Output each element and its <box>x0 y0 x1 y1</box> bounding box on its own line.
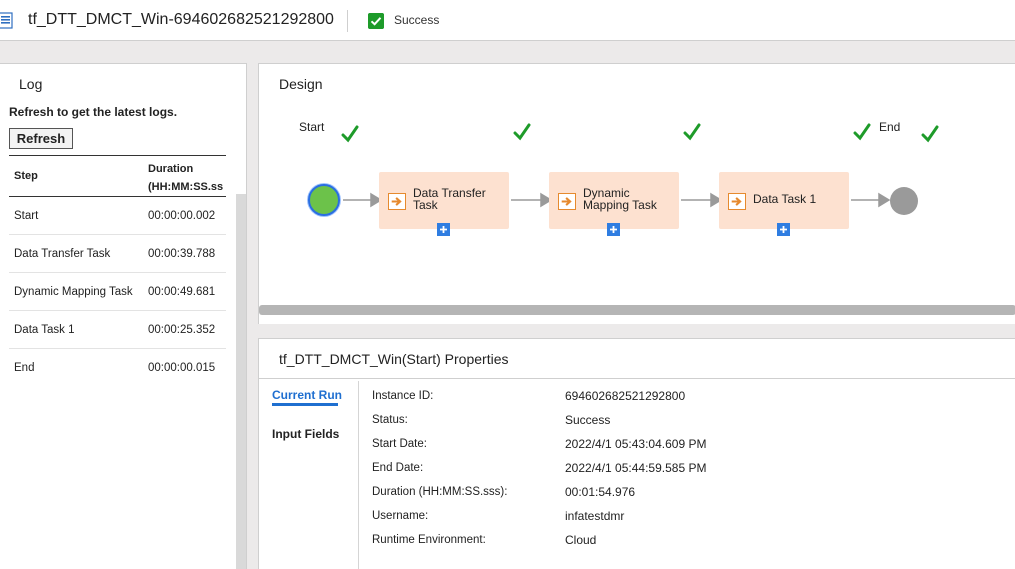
task-label: Data Task 1 <box>753 193 816 205</box>
table-row[interactable]: Start 00:00:00.002 <box>9 197 226 235</box>
design-title: Design <box>279 76 323 92</box>
duration-cell: 00:00:25.352 <box>148 324 216 336</box>
task-label-line2: Task <box>413 198 438 212</box>
start-label: Start <box>299 120 325 134</box>
success-check-icon <box>368 13 384 29</box>
column-header-step[interactable]: Step <box>14 170 38 182</box>
prop-value-start-date: 2022/4/1 05:43:04.609 PM <box>565 437 707 451</box>
check-icon <box>513 123 531 141</box>
table-row[interactable]: Data Transfer Task 00:00:39.788 <box>9 235 226 273</box>
task-arrow-icon <box>388 193 406 210</box>
step-cell: End <box>14 362 35 374</box>
step-cell: Start <box>14 210 39 222</box>
task-arrow-icon <box>558 193 576 210</box>
header-bar: tf_DTT_DMCT_Win-694602682521292800 Succe… <box>0 0 1015 41</box>
log-table: Step Duration (HH:MM:SS.ss Start 00:00:0… <box>9 155 226 387</box>
prop-value-duration: 00:01:54.976 <box>565 485 636 499</box>
log-panel: Log Refresh to get the latest logs. Refr… <box>0 63 247 569</box>
active-tab-indicator <box>272 403 338 406</box>
document-icon <box>0 12 13 29</box>
design-horizontal-scrollbar[interactable] <box>259 305 1015 315</box>
task-node-dynamic-mapping[interactable]: Dynamic Mapping Task <box>549 172 679 236</box>
prop-value-username: infatestdmr <box>565 509 625 523</box>
prop-label-runtime-environment: Runtime Environment: <box>372 534 486 546</box>
prop-value-status: Success <box>565 413 611 427</box>
check-icon <box>921 125 939 143</box>
step-cell: Data Transfer Task <box>14 248 111 260</box>
start-node[interactable] <box>308 184 340 216</box>
tab-current-run[interactable]: Current Run <box>272 388 342 402</box>
table-row[interactable]: Data Task 1 00:00:25.352 <box>9 311 226 349</box>
header-divider <box>347 10 348 32</box>
log-table-header: Step Duration (HH:MM:SS.ss <box>9 155 226 197</box>
table-row[interactable]: End 00:00:00.015 <box>9 349 226 387</box>
task-node-data-task-1[interactable]: Data Task 1 <box>719 172 849 236</box>
duration-cell: 00:00:49.681 <box>148 286 216 298</box>
expand-plus-icon[interactable] <box>437 223 450 236</box>
prop-label-instance-id: Instance ID: <box>372 390 434 402</box>
prop-value-end-date: 2022/4/1 05:44:59.585 PM <box>565 461 707 475</box>
duration-cell: 00:00:00.015 <box>148 362 216 374</box>
task-node-data-transfer[interactable]: Data Transfer Task <box>379 172 509 236</box>
design-canvas: Start Data Transfer Task Dynamic Mapping… <box>259 104 1015 304</box>
prop-label-username: Username: <box>372 510 429 522</box>
end-node[interactable] <box>890 187 918 215</box>
properties-title: tf_DTT_DMCT_Win(Start) Properties <box>279 351 509 367</box>
task-label: Dynamic Mapping Task <box>583 187 657 211</box>
log-scrollbar[interactable] <box>236 194 246 569</box>
task-arrow-icon <box>728 193 746 210</box>
design-panel: Design Start Data Transfer Task Dynamic … <box>258 63 1015 324</box>
properties-panel: tf_DTT_DMCT_Win(Start) Properties Curren… <box>258 338 1015 569</box>
step-cell: Dynamic Mapping Task <box>14 286 133 298</box>
page-title: tf_DTT_DMCT_Win-694602682521292800 <box>28 11 334 28</box>
task-label-line1: Data Task 1 <box>753 192 817 206</box>
check-icon <box>853 123 871 141</box>
step-cell: Data Task 1 <box>14 324 75 336</box>
status-text: Success <box>394 13 440 27</box>
arrow-icon <box>878 192 891 208</box>
check-icon <box>341 125 359 143</box>
end-label: End <box>879 120 901 134</box>
duration-cell: 00:00:39.788 <box>148 248 216 260</box>
tab-divider <box>358 381 359 569</box>
expand-plus-icon[interactable] <box>607 223 620 236</box>
refresh-button[interactable]: Refresh <box>9 128 73 149</box>
tab-input-fields[interactable]: Input Fields <box>272 427 339 441</box>
duration-header-line2: (HH:MM:SS.ss <box>148 181 224 193</box>
expand-plus-icon[interactable] <box>777 223 790 236</box>
prop-label-duration: Duration (HH:MM:SS.sss): <box>372 486 508 498</box>
prop-label-end-date: End Date: <box>372 462 424 474</box>
duration-cell: 00:00:00.002 <box>148 210 216 222</box>
refresh-note: Refresh to get the latest logs. <box>9 105 178 119</box>
column-header-duration[interactable]: Duration (HH:MM:SS.ss <box>148 160 223 196</box>
properties-divider <box>259 378 1015 379</box>
prop-value-runtime-environment: Cloud <box>565 533 597 547</box>
task-label-line2: Mapping Task <box>583 198 657 212</box>
prop-label-start-date: Start Date: <box>372 438 427 450</box>
task-label: Data Transfer Task <box>413 187 486 211</box>
table-row[interactable]: Dynamic Mapping Task 00:00:49.681 <box>9 273 226 311</box>
check-icon <box>683 123 701 141</box>
prop-value-instance-id: 694602682521292800 <box>565 389 686 403</box>
log-title: Log <box>19 76 43 92</box>
duration-header-line1: Duration <box>148 163 194 175</box>
prop-label-status: Status: <box>372 414 408 426</box>
